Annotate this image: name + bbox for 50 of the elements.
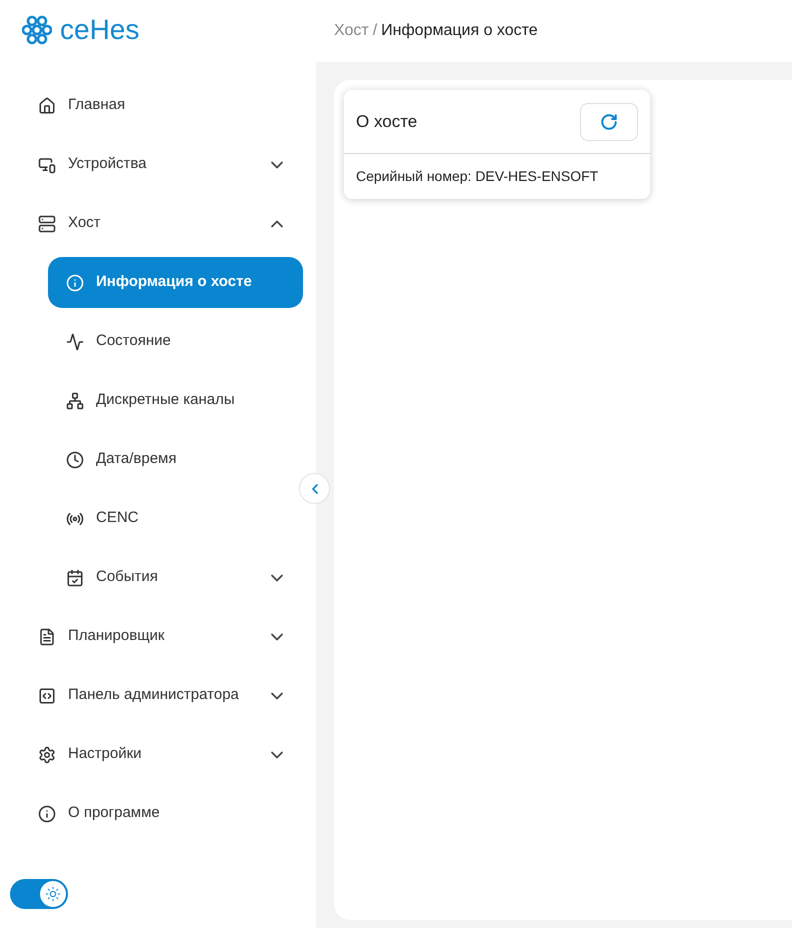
nav-item[interactable]: CENC [48, 493, 303, 544]
info-icon [38, 804, 56, 822]
logo-icon [22, 15, 52, 45]
nav-label: Дата/время [96, 449, 176, 470]
nav-item[interactable]: Главная [10, 80, 303, 131]
clock-icon [66, 450, 84, 468]
nav-label: События [96, 567, 158, 588]
nav-item[interactable]: Информация о хосте [48, 257, 303, 308]
nav-item[interactable]: События [48, 552, 303, 603]
nav-item[interactable]: Дискретные каналы [48, 375, 303, 426]
logo-text: ceHes [60, 13, 140, 47]
card-title: О хосте [356, 110, 418, 133]
nav-item[interactable]: О программе [10, 788, 303, 839]
network-icon [66, 392, 84, 410]
nav-item[interactable]: Панель администратора [10, 670, 303, 721]
nav-label: CENC [96, 508, 139, 528]
nav-item[interactable]: Планировщик [10, 611, 303, 662]
refresh-icon [600, 112, 618, 130]
calendar-icon [66, 568, 84, 586]
nav-item[interactable]: Состояние [48, 316, 303, 367]
collapse-sidebar-button[interactable] [299, 473, 330, 504]
nav-label: Состояние [96, 331, 171, 352]
breadcrumb-current: Информация о хосте [381, 21, 538, 41]
settings-icon [38, 746, 56, 764]
nav-item[interactable]: Хост [10, 198, 303, 249]
breadcrumb-link[interactable]: Хост [334, 19, 369, 43]
pulse-icon [66, 332, 84, 350]
document-icon [38, 628, 56, 646]
nav-label: Устройства [68, 154, 146, 174]
serial-number-text: Серийный номер: DEV-HES-ENSOFT [355, 167, 600, 186]
nav-label: О программе [68, 803, 160, 824]
refresh-button[interactable] [580, 102, 638, 140]
nav-label: Настройки [68, 744, 142, 764]
breadcrumb-separator: / [372, 21, 378, 41]
nav-item[interactable]: Настройки [10, 729, 303, 780]
nav-label: Панель администратора [68, 685, 239, 706]
theme-toggle[interactable] [10, 879, 68, 909]
nav-label: Хост [68, 213, 101, 234]
nav-label: Дискретные каналы [96, 390, 235, 410]
info-icon [66, 274, 84, 292]
admin-panel-icon [38, 686, 56, 704]
nav-label: Главная [68, 95, 126, 116]
sun-icon [45, 886, 61, 902]
nav-label: Планировщик [68, 626, 164, 646]
nav-label: Информация о хосте [96, 272, 252, 292]
nav-item[interactable]: Устройства [10, 139, 303, 190]
home-icon [38, 96, 56, 114]
devices-icon [38, 156, 56, 174]
server-icon [38, 214, 56, 232]
nav-item[interactable]: Дата/время [48, 434, 303, 485]
